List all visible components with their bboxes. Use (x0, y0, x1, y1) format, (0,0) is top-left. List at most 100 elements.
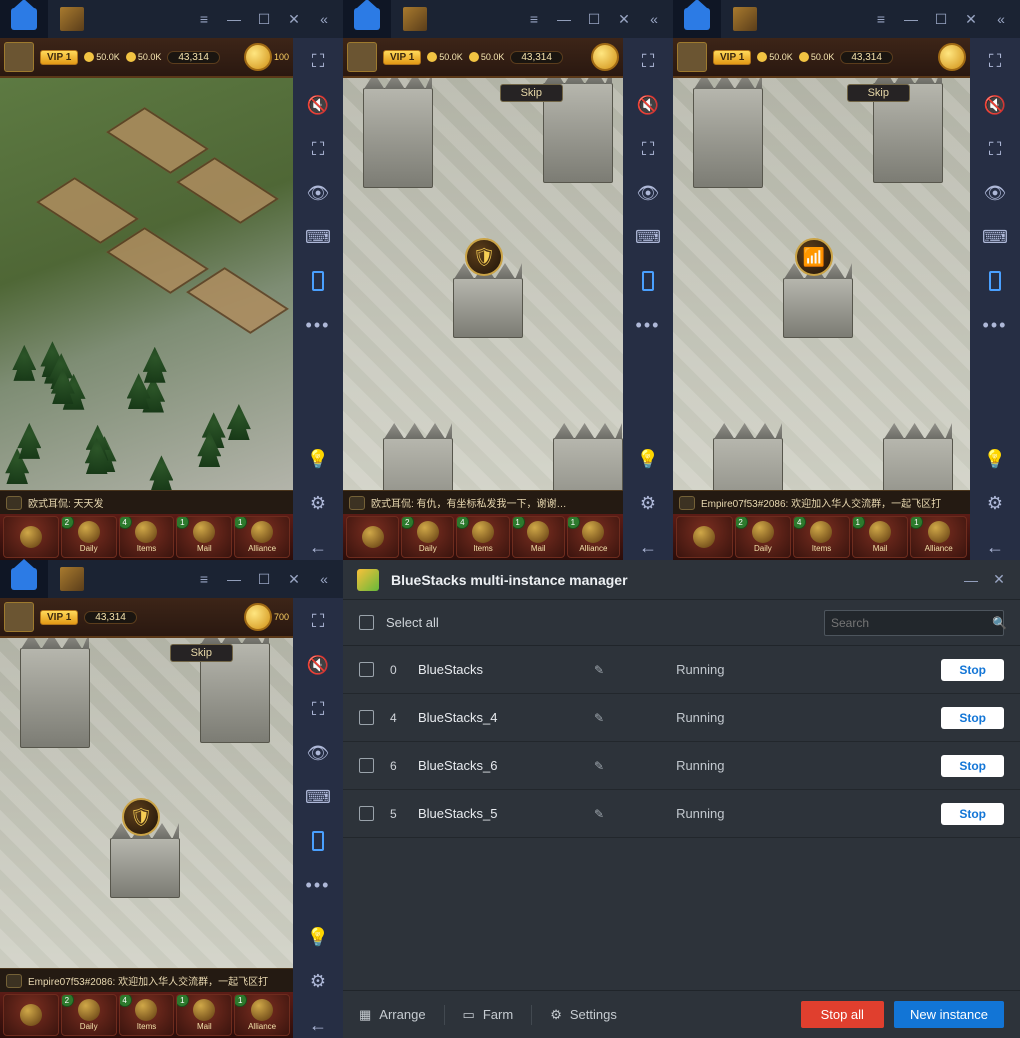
gold-coin-icon[interactable] (591, 43, 619, 71)
gold-coin-icon[interactable] (938, 43, 966, 71)
eye-button[interactable]: 👁 (305, 740, 331, 766)
player-avatar[interactable] (4, 602, 34, 632)
game-menu-alliance[interactable]: 1Alliance (234, 994, 290, 1036)
stop-button[interactable]: Stop (941, 803, 1004, 825)
tab-game[interactable] (721, 0, 769, 38)
game-menu-items[interactable]: 4Items (456, 516, 509, 558)
player-avatar[interactable] (4, 42, 34, 72)
stop-all-button[interactable]: Stop all (801, 1001, 884, 1028)
game-menu-mail[interactable]: 1Mail (852, 516, 909, 558)
game-menu-alliance[interactable]: 1Alliance (910, 516, 967, 558)
player-avatar[interactable] (347, 42, 377, 72)
window-close-button[interactable]: ✕ (617, 12, 631, 26)
game-menu-main[interactable] (3, 994, 59, 1036)
fullscreen-button[interactable]: ⛶ (305, 48, 331, 74)
game-menu-daily[interactable]: 2Daily (401, 516, 454, 558)
arrange-button[interactable]: ▦ Arrange (359, 1007, 426, 1023)
more-button[interactable] (635, 312, 661, 338)
row-checkbox[interactable] (359, 758, 374, 773)
row-checkbox[interactable] (359, 806, 374, 821)
stop-button[interactable]: Stop (941, 659, 1004, 681)
chat-bar[interactable]: 欧式耳侃: 有仇，有坐标私发我一下，谢谢… (343, 490, 623, 514)
settings-button[interactable]: ⚙ (635, 490, 661, 516)
game-menu-daily[interactable]: 2Daily (61, 516, 117, 558)
new-instance-button[interactable]: New instance (894, 1001, 1004, 1028)
tab-home[interactable] (343, 0, 391, 38)
back-button[interactable]: ← (635, 534, 661, 560)
window-maximize-button[interactable]: ☐ (257, 12, 271, 26)
tip-button[interactable]: 💡 (982, 446, 1008, 472)
keyboard-button[interactable]: ⌨ (635, 224, 661, 250)
window-maximize-button[interactable]: ☐ (257, 572, 271, 586)
edit-name-button[interactable]: ✎ (594, 711, 604, 725)
edit-name-button[interactable]: ✎ (594, 759, 604, 773)
back-button[interactable]: ← (982, 534, 1008, 560)
fullscreen-button[interactable]: ⛶ (635, 48, 661, 74)
fullscreen-button[interactable]: ⛶ (305, 608, 331, 634)
tab-game[interactable] (48, 560, 96, 598)
more-button[interactable] (305, 312, 331, 338)
settings-button[interactable]: ⚙ (305, 490, 331, 516)
tab-home[interactable] (673, 0, 721, 38)
more-button[interactable] (982, 312, 1008, 338)
game-menu-main[interactable] (3, 516, 59, 558)
row-checkbox[interactable] (359, 662, 374, 677)
chat-bar[interactable]: Empire07f53#2086: 欢迎加入华人交流群，一起飞区打 (0, 968, 293, 992)
window-close-button[interactable]: ✕ (287, 12, 301, 26)
window-close-button[interactable]: ✕ (964, 12, 978, 26)
keyboard-button[interactable]: ⌨ (982, 224, 1008, 250)
fullscreen-button[interactable]: ⛶ (982, 48, 1008, 74)
tab-home[interactable] (0, 560, 48, 598)
window-collapse-button[interactable]: « (317, 572, 331, 586)
manager-close-button[interactable]: ✕ (992, 573, 1006, 587)
mute-button[interactable]: 🔇 (635, 92, 661, 118)
edit-name-button[interactable]: ✎ (594, 663, 604, 677)
window-collapse-button[interactable]: « (647, 12, 661, 26)
player-avatar[interactable] (677, 42, 707, 72)
window-maximize-button[interactable]: ☐ (587, 12, 601, 26)
gold-coin-icon[interactable] (244, 43, 272, 71)
phone-button[interactable] (305, 268, 331, 294)
window-maximize-button[interactable]: ☐ (934, 12, 948, 26)
row-checkbox[interactable] (359, 710, 374, 725)
mute-button[interactable]: 🔇 (305, 92, 331, 118)
settings-button[interactable]: ⚙ (305, 968, 331, 994)
gold-coin-icon[interactable] (244, 603, 272, 631)
tip-button[interactable]: 💡 (305, 446, 331, 472)
back-button[interactable]: ← (305, 534, 331, 560)
mute-button[interactable]: 🔇 (982, 92, 1008, 118)
window-minimize-button[interactable]: — (227, 572, 241, 586)
shield-icon[interactable]: 🛡 (122, 798, 160, 836)
focus-button[interactable]: ⛶ (635, 136, 661, 162)
window-minimize-button[interactable]: — (904, 12, 918, 26)
tip-button[interactable]: 💡 (635, 446, 661, 472)
game-menu-main[interactable] (346, 516, 399, 558)
wifi-icon[interactable]: 📶 (795, 238, 833, 276)
window-menu-button[interactable]: ≡ (527, 12, 541, 26)
game-viewport[interactable]: 📶 Skip (673, 78, 970, 490)
game-menu-daily[interactable]: 2Daily (61, 994, 117, 1036)
manager-settings-button[interactable]: ⚙ Settings (550, 1007, 617, 1023)
window-minimize-button[interactable]: — (227, 12, 241, 26)
search-input[interactable] (831, 616, 986, 630)
farm-button[interactable]: ▭ Farm (463, 1007, 514, 1023)
keyboard-button[interactable]: ⌨ (305, 784, 331, 810)
eye-button[interactable]: 👁 (982, 180, 1008, 206)
skip-button[interactable]: Skip (500, 84, 563, 102)
edit-name-button[interactable]: ✎ (594, 807, 604, 821)
game-menu-alliance[interactable]: 1Alliance (234, 516, 290, 558)
focus-button[interactable]: ⛶ (982, 136, 1008, 162)
stop-button[interactable]: Stop (941, 707, 1004, 729)
game-menu-mail[interactable]: 1Mail (176, 516, 232, 558)
focus-button[interactable]: ⛶ (305, 696, 331, 722)
eye-button[interactable]: 👁 (305, 180, 331, 206)
window-menu-button[interactable]: ≡ (197, 572, 211, 586)
skip-button[interactable]: Skip (847, 84, 910, 102)
window-collapse-button[interactable]: « (317, 12, 331, 26)
skip-button[interactable]: Skip (170, 644, 233, 662)
window-menu-button[interactable]: ≡ (197, 12, 211, 26)
mute-button[interactable]: 🔇 (305, 652, 331, 678)
game-menu-daily[interactable]: 2Daily (735, 516, 792, 558)
shield-icon[interactable]: 🛡 (465, 238, 503, 276)
manager-minimize-button[interactable]: — (964, 573, 978, 587)
